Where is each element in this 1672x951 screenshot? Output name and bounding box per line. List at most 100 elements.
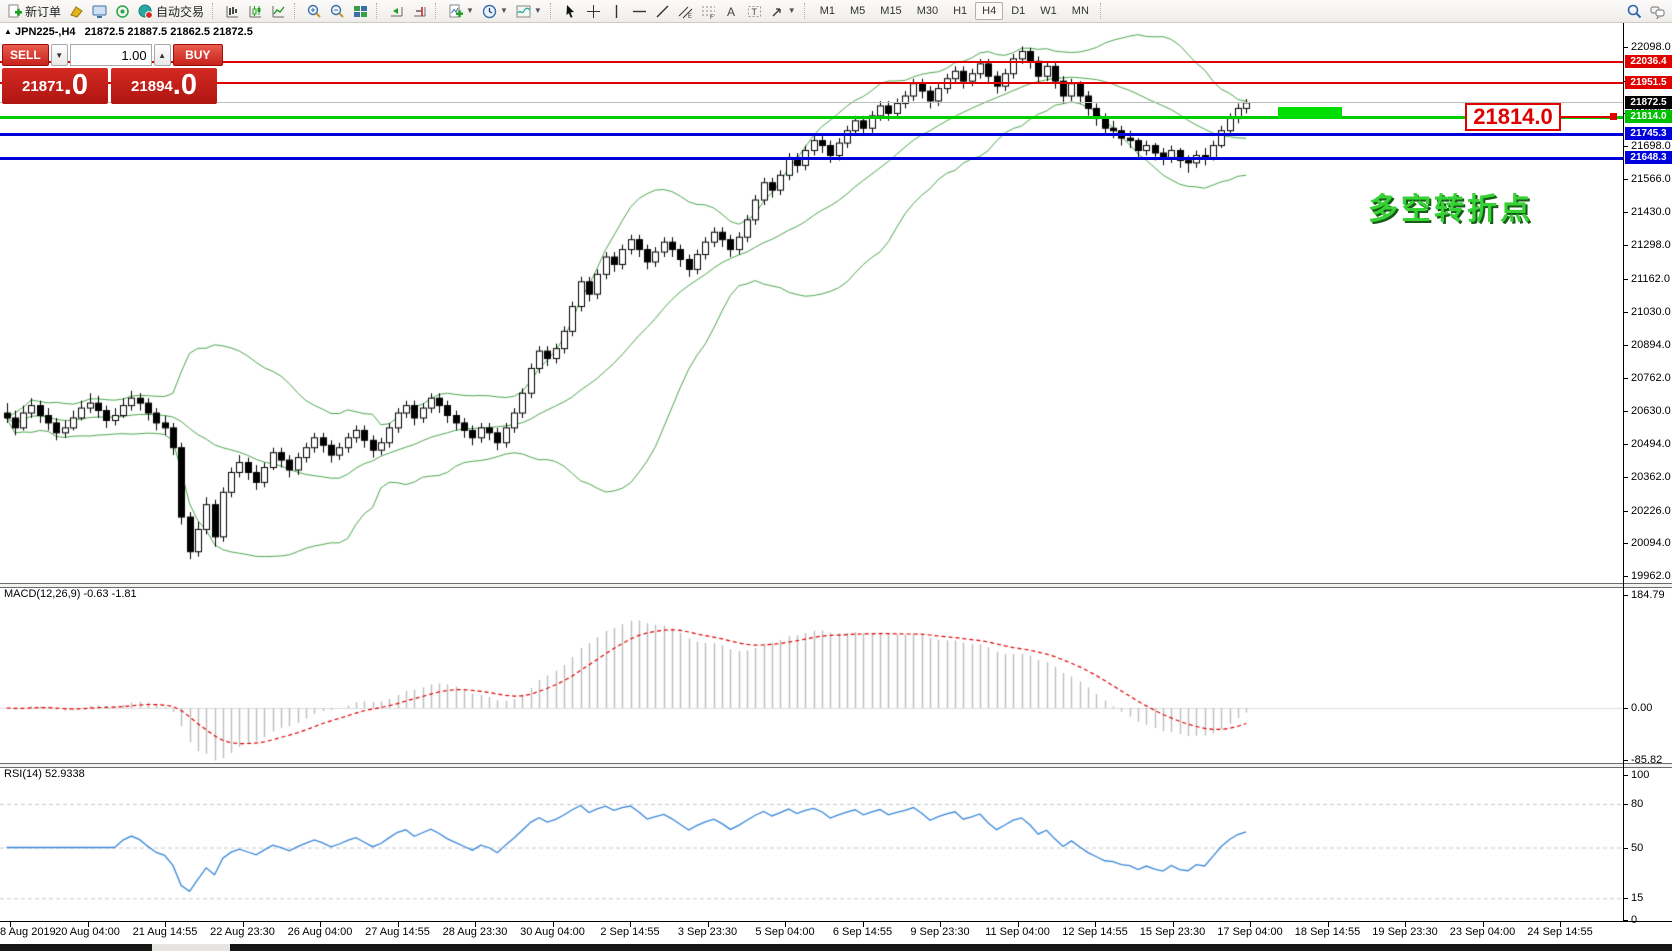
candlestick-chart-button[interactable] <box>244 0 267 22</box>
chart-shift-icon <box>412 4 427 19</box>
crosshair-tool-button[interactable] <box>582 0 605 22</box>
arrows-dropdown-caret[interactable]: ▼ <box>788 7 796 15</box>
sell-button[interactable]: SELL <box>2 44 49 66</box>
timeframe-H4[interactable]: H4 <box>975 2 1003 20</box>
rsi-tick-mark <box>1623 775 1628 776</box>
signals-button[interactable] <box>111 0 134 22</box>
buy-button[interactable]: BUY <box>173 44 223 66</box>
indicators-button[interactable]: ▼ <box>444 0 478 22</box>
text-label-icon: T <box>747 4 762 19</box>
autotrading-icon <box>138 4 153 19</box>
sell-price-display[interactable]: 21871.0 <box>2 68 108 104</box>
pivot-highlight-rectangle[interactable] <box>1278 107 1342 119</box>
chat-button[interactable] <box>1646 0 1669 22</box>
crosshair-icon <box>586 4 601 19</box>
horizontal-level-line-22036.4[interactable] <box>0 61 1623 63</box>
terminal-icon <box>92 4 107 19</box>
toolbar-separator <box>376 3 381 19</box>
timeframe-M30[interactable]: M30 <box>910 2 945 20</box>
chart-shift-button[interactable] <box>408 0 431 22</box>
macd-tick-mark <box>1623 760 1628 761</box>
chat-icon <box>1650 4 1665 19</box>
zoom-out-button[interactable] <box>326 0 349 22</box>
channel-tool-button[interactable]: E <box>674 0 697 22</box>
new-order-button[interactable]: 新订单 <box>3 0 65 22</box>
timeframe-H1[interactable]: H1 <box>946 2 974 20</box>
rsi-tick-mark <box>1623 804 1628 805</box>
price-tick-label: 20762.0 <box>1631 372 1671 384</box>
templates-dropdown-caret[interactable]: ▼ <box>534 7 542 15</box>
trendline-tool-button[interactable] <box>651 0 674 22</box>
time-tick-label: 20 Aug 04:00 <box>55 926 120 938</box>
zoom-in-button[interactable] <box>303 0 326 22</box>
horizontal-level-line-21951.5[interactable] <box>0 82 1623 84</box>
volume-increase-button[interactable]: ▲ <box>154 44 171 66</box>
svg-text:T: T <box>751 7 757 17</box>
timeframe-M1[interactable]: M1 <box>813 2 842 20</box>
timeframe-MN[interactable]: MN <box>1065 2 1096 20</box>
price-level-callout[interactable]: 21814.0 <box>1465 103 1561 131</box>
line-chart-button[interactable] <box>267 0 290 22</box>
cursor-tool-button[interactable] <box>559 0 582 22</box>
rsi-tick-label: 100 <box>1631 769 1649 781</box>
periods-dropdown-caret[interactable]: ▼ <box>500 7 508 15</box>
timeframe-W1[interactable]: W1 <box>1033 2 1064 20</box>
autotrading-button[interactable]: 自动交易 <box>134 0 208 22</box>
price-tick-label: 19962.0 <box>1631 570 1671 582</box>
bottom-strip-gap <box>152 944 230 951</box>
templates-button[interactable]: ▼ <box>512 0 546 22</box>
macd-rsi-separator[interactable] <box>0 763 1672 768</box>
svg-text:F: F <box>710 15 714 19</box>
main-macd-separator[interactable] <box>0 583 1672 588</box>
arrows-tool-button[interactable]: ▼ <box>766 0 800 22</box>
new-order-label: 新订单 <box>25 3 61 20</box>
main-toolbar: 新订单 自动交易 ▼ ▼ ▼ E F A T ▼ M <box>0 0 1672 23</box>
fibonacci-tool-button[interactable]: F <box>697 0 720 22</box>
collapse-panel-icon[interactable]: ▲ <box>4 27 12 36</box>
level-box-anchor-marker[interactable] <box>1610 113 1617 120</box>
terminal-button[interactable] <box>88 0 111 22</box>
horizontal-level-line-21814[interactable] <box>0 116 1623 119</box>
rsi-tick-label: 0 <box>1631 914 1637 926</box>
timeframe-D1[interactable]: D1 <box>1004 2 1032 20</box>
time-tick-label: 17 Sep 04:00 <box>1217 926 1282 938</box>
macd-tick-label: 184.79 <box>1631 589 1665 601</box>
timeframe-M5[interactable]: M5 <box>843 2 872 20</box>
tile-windows-button[interactable] <box>349 0 372 22</box>
time-tick-label: 8 Aug 2019 <box>0 926 56 938</box>
search-icon <box>1627 4 1642 19</box>
current-price-line <box>0 102 1623 103</box>
text-label-tool-button[interactable]: T <box>743 0 766 22</box>
periods-button[interactable]: ▼ <box>478 0 512 22</box>
spinner-up-icon: ▲ <box>158 51 166 60</box>
price-tick-label: 21698.0 <box>1631 140 1671 152</box>
auto-scroll-icon <box>389 4 404 19</box>
buy-price-big: .0 <box>173 68 197 102</box>
chart-canvas[interactable] <box>0 0 1672 951</box>
vertical-line-tool-button[interactable] <box>605 0 628 22</box>
bar-chart-button[interactable] <box>221 0 244 22</box>
price-tick-mark <box>1623 411 1628 412</box>
toolbar-separator <box>550 3 555 19</box>
price-tick-label: 20630.0 <box>1631 405 1671 417</box>
buy-price-display[interactable]: 21894.0 <box>111 68 217 104</box>
text-tool-button[interactable]: A <box>720 0 743 22</box>
time-tick-label: 30 Aug 04:00 <box>520 926 585 938</box>
toolbar-separator <box>294 3 299 19</box>
horizontal-level-line-21745.3[interactable] <box>0 133 1623 136</box>
search-button[interactable] <box>1623 0 1646 22</box>
rsi-tick-label: 80 <box>1631 798 1643 810</box>
horizontal-level-line-21648.3[interactable] <box>0 157 1623 160</box>
turning-point-annotation[interactable]: 多空转折点 <box>1368 184 1533 228</box>
volume-input[interactable] <box>70 44 152 66</box>
auto-scroll-button[interactable] <box>385 0 408 22</box>
volume-decrease-button[interactable]: ▼ <box>51 44 68 66</box>
level-box-connector-line <box>1557 116 1615 118</box>
periods-clock-icon <box>482 4 497 19</box>
profiles-button[interactable] <box>65 0 88 22</box>
zoom-in-icon <box>307 4 322 19</box>
horizontal-line-tool-button[interactable] <box>628 0 651 22</box>
indicators-dropdown-caret[interactable]: ▼ <box>466 7 474 15</box>
timeframe-M15[interactable]: M15 <box>873 2 908 20</box>
price-tick-label: 20894.0 <box>1631 339 1671 351</box>
